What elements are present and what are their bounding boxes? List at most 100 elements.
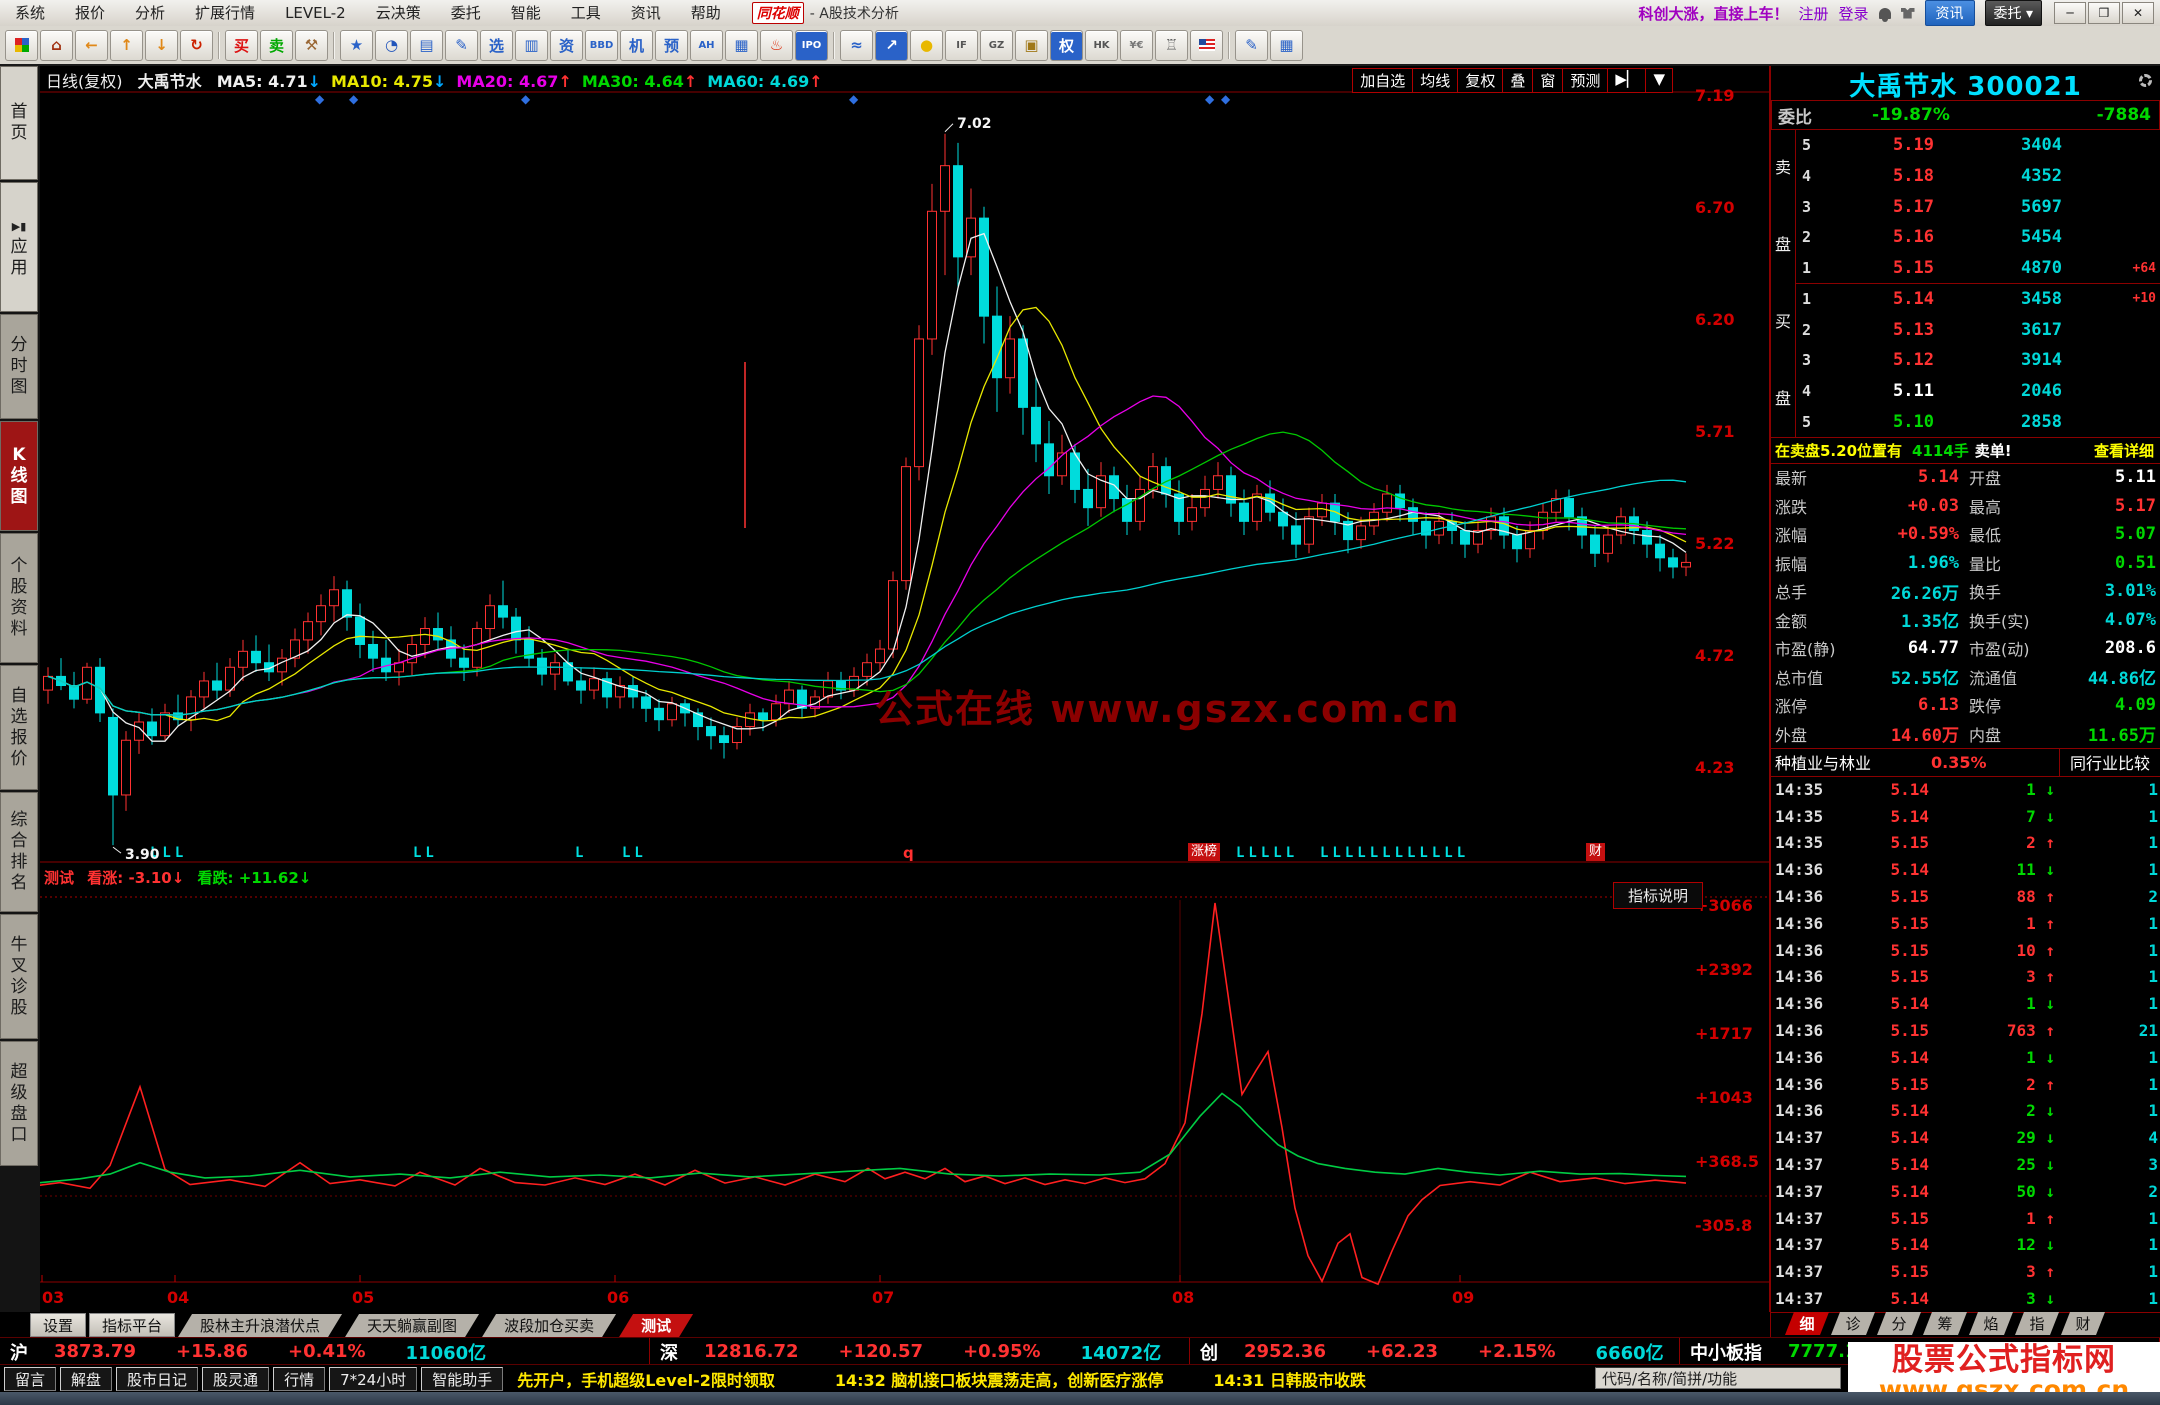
hk-icon[interactable]: HK (1085, 29, 1118, 61)
ah-icon[interactable]: AH (690, 29, 723, 61)
ask-row-2[interactable]: 2 5.16 5454 (1796, 222, 2160, 253)
menu-item-10[interactable]: 帮助 (676, 0, 736, 26)
bottom-tab-波段加仓买卖[interactable]: 波段加仓买卖 (482, 1314, 616, 1337)
down-icon[interactable]: ↓ (145, 29, 178, 61)
menu-item-6[interactable]: 委托 (436, 0, 496, 26)
draw-icon[interactable]: ✎ (1235, 29, 1268, 61)
machine-icon[interactable]: 机 (620, 29, 653, 61)
news-ticker-2[interactable]: 14:31 日韩股市收跌 (1213, 1367, 1366, 1391)
signal-badge-1[interactable]: 财 (1586, 843, 1606, 861)
ask-row-5[interactable]: 5 5.19 3404 (1796, 130, 2160, 161)
buy-icon[interactable]: 买 (225, 29, 258, 61)
shirt-icon[interactable] (1900, 7, 1915, 19)
chart-button-5[interactable]: 预测 (1563, 69, 1609, 92)
doc-icon[interactable]: ▥ (515, 29, 548, 61)
bottom-tab-测试[interactable]: 测试 (619, 1314, 693, 1337)
panel-tab-财[interactable]: 财 (2061, 1312, 2105, 1335)
promo-link[interactable]: 科创大涨，直接上车！ (1638, 3, 1788, 24)
bottom-button-留言[interactable]: 留言 (4, 1367, 57, 1391)
menu-item-9[interactable]: 资讯 (616, 0, 676, 26)
index-segment-创[interactable]: 创 2952.36 +62.23 +2.15% 6660亿 (1190, 1338, 1680, 1365)
stock-code-input[interactable] (1595, 1367, 1841, 1389)
usa-flag-icon[interactable] (1190, 29, 1223, 61)
trend-large-icon[interactable]: ↗ (875, 29, 908, 61)
sidebar-item-综合排名[interactable]: 综合排名 (0, 792, 38, 912)
signal-badge-0[interactable]: 涨榜 (1188, 843, 1221, 861)
gz-icon[interactable]: GZ (980, 29, 1013, 61)
panel-tab-焰[interactable]: 焰 (1969, 1312, 2013, 1335)
chart-button-1[interactable]: 均线 (1413, 69, 1459, 92)
bottom-tab-天天躺赢副图[interactable]: 天天躺赢副图 (345, 1314, 479, 1337)
menu-item-2[interactable]: 分析 (120, 0, 180, 26)
bottom-button-股市日记[interactable]: 股市日记 (116, 1367, 199, 1391)
bottom-button-7*24小时[interactable]: 7*24小时 (329, 1367, 418, 1391)
news-ticker-1[interactable]: 14:32 脑机接口板块震荡走高，创新医疗涨停 (835, 1367, 1164, 1391)
index-segment-深[interactable]: 深 12816.72 +120.57 +0.95% 14072亿 (650, 1338, 1190, 1365)
menu-item-0[interactable]: 系统 (0, 0, 60, 26)
bottom-button-智能助手[interactable]: 智能助手 (421, 1367, 504, 1391)
up-icon[interactable]: ↑ (110, 29, 143, 61)
chart-button-0[interactable]: 加自选 (1353, 69, 1414, 92)
chart-button-3[interactable]: 叠 (1503, 69, 1534, 92)
bell-icon[interactable] (1878, 7, 1891, 22)
sidebar-item-超级盘口[interactable]: 超级盘口 (0, 1041, 38, 1166)
favorites-icon[interactable]: ★ (340, 29, 373, 61)
promo-message[interactable]: 先开户，手机超级Level-2限时领取 (517, 1367, 775, 1391)
bottom-button-股灵通[interactable]: 股灵通 (202, 1367, 270, 1391)
panel-tab-分[interactable]: 分 (1877, 1312, 1921, 1335)
panel-tab-指[interactable]: 指 (2015, 1312, 2059, 1335)
panel-tab-筹[interactable]: 筹 (1923, 1312, 1967, 1335)
gear-icon[interactable] (2139, 74, 2152, 87)
coin-icon[interactable]: ● (910, 29, 943, 61)
menu-item-5[interactable]: 云决策 (361, 0, 436, 26)
edit-icon[interactable]: ✎ (445, 29, 478, 61)
menu-item-4[interactable]: LEVEL-2 (270, 0, 361, 26)
refresh-icon[interactable]: ↻ (180, 29, 213, 61)
report-icon[interactable]: ▤ (410, 29, 443, 61)
panel-tab-细[interactable]: 细 (1785, 1312, 1829, 1335)
sidebar-item-牛叉诊股[interactable]: 牛叉诊股 (0, 914, 38, 1039)
select-icon[interactable]: 选 (480, 29, 513, 61)
bid-row-3[interactable]: 3 5.12 3914 (1796, 345, 2160, 376)
sidebar-item-应用[interactable]: ▶▮ 应用 (0, 182, 38, 312)
lock-icon[interactable]: ▣ (1015, 29, 1048, 61)
menu-item-1[interactable]: 报价 (60, 0, 120, 26)
login-link[interactable]: 登录 (1839, 3, 1869, 24)
trade-button[interactable]: 委托 ▾ (1984, 0, 2042, 26)
minimize-button[interactable]: ─ (2054, 2, 2086, 24)
ask-row-3[interactable]: 3 5.17 5697 (1796, 191, 2160, 222)
rights-icon[interactable]: 权 (1050, 29, 1083, 61)
bottom-button-解盘[interactable]: 解盘 (60, 1367, 113, 1391)
sell-icon[interactable]: 卖 (260, 29, 293, 61)
layout-icon[interactable]: ▦ (1270, 29, 1303, 61)
menu-item-7[interactable]: 智能 (496, 0, 556, 26)
palette-icon[interactable] (5, 29, 38, 61)
sidebar-item-首页[interactable]: 首页 (0, 66, 38, 180)
register-link[interactable]: 注册 (1798, 3, 1828, 24)
forecast-icon[interactable]: 预 (655, 29, 688, 61)
chart-button-2[interactable]: 复权 (1458, 69, 1504, 92)
industry-name[interactable]: 种植业与林业 (1771, 750, 1871, 774)
view-detail-link[interactable]: 查看详细 (2094, 440, 2160, 461)
chart-button-6[interactable]: ▶▏ (1608, 69, 1647, 92)
ask-row-1[interactable]: 1 5.15 4870 +64 (1796, 253, 2160, 284)
auction-icon[interactable]: ⚒ (295, 29, 328, 61)
menu-item-8[interactable]: 工具 (556, 0, 616, 26)
index-segment-沪[interactable]: 沪 3873.79 +15.86 +0.41% 11060亿 (0, 1338, 650, 1365)
news-button[interactable]: 资讯 (1924, 0, 1975, 26)
bid-row-2[interactable]: 2 5.13 3617 (1796, 314, 2160, 345)
menu-item-3[interactable]: 扩展行情 (180, 0, 270, 26)
clock-icon[interactable]: ◔ (375, 29, 408, 61)
currency-icon[interactable]: ¥€ (1120, 29, 1153, 61)
panel-tab-诊[interactable]: 诊 (1831, 1312, 1875, 1335)
bank-icon[interactable]: ♖ (1155, 29, 1188, 61)
trend-small-icon[interactable]: ≈ (840, 29, 873, 61)
bottom-tab-指标平台[interactable]: 指标平台 (89, 1313, 176, 1337)
news-icon[interactable]: ▦ (725, 29, 758, 61)
chart-period[interactable]: 日线(复权) (46, 72, 123, 91)
back-icon[interactable]: ← (75, 29, 108, 61)
bottom-tab-设置[interactable]: 设置 (30, 1313, 87, 1337)
bottom-button-行情[interactable]: 行情 (273, 1367, 326, 1391)
industry-compare-link[interactable]: 同行业比较 (2058, 748, 2160, 776)
info-icon[interactable]: 资 (550, 29, 583, 61)
